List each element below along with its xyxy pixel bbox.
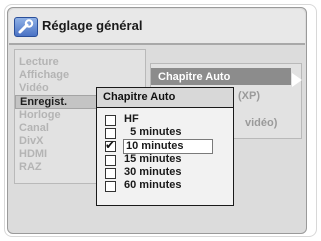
- popup-title: Chapitre Auto: [103, 91, 176, 103]
- arrow-right-icon: [292, 73, 302, 87]
- checkmark-icon: ✔: [105, 138, 116, 152]
- option-label: 30 minutes: [124, 166, 182, 178]
- menu-item-hdmi[interactable]: HDMI: [19, 148, 47, 160]
- menu-item-video[interactable]: Vidéo: [19, 82, 49, 94]
- page-title: Réglage général: [42, 18, 143, 33]
- menu-item-raz[interactable]: RAZ: [19, 161, 42, 173]
- submenu-item-chapitre-auto[interactable]: Chapitre Auto: [151, 68, 302, 87]
- submenu-item-label: Chapitre Auto: [158, 71, 231, 83]
- checkbox[interactable]: [105, 155, 116, 166]
- popup-header: Chapitre Auto: [97, 88, 233, 108]
- option-label: 60 minutes: [124, 179, 182, 191]
- chapitre-auto-popup: Chapitre Auto HF 5 minutes ✔ 10 minutes …: [96, 87, 234, 206]
- menu-item-affichage[interactable]: Affichage: [19, 69, 69, 81]
- option-15-minutes[interactable]: 15 minutes: [97, 153, 233, 167]
- option-label: HF: [124, 113, 139, 125]
- menu-item-canal[interactable]: Canal: [19, 122, 49, 134]
- menu-item-horloge[interactable]: Horloge: [19, 109, 61, 121]
- option-label: 15 minutes: [124, 153, 182, 165]
- checkbox[interactable]: [105, 168, 116, 179]
- checkbox[interactable]: [105, 181, 116, 192]
- option-60-minutes[interactable]: 60 minutes: [97, 179, 233, 193]
- option-5-minutes[interactable]: 5 minutes: [97, 126, 233, 140]
- submenu-partial-text-2: vidéo): [245, 117, 278, 129]
- settings-panel: Réglage général Lecture Affichage Vidéo …: [7, 7, 307, 234]
- menu-item-lecture[interactable]: Lecture: [19, 56, 59, 68]
- submenu-partial-text-1: (XP): [238, 90, 260, 102]
- menu-item-divx[interactable]: DivX: [19, 135, 43, 147]
- option-label: 5 minutes: [124, 126, 182, 138]
- option-label: 10 minutes: [123, 139, 213, 154]
- option-hf[interactable]: HF: [97, 113, 233, 127]
- option-30-minutes[interactable]: 30 minutes: [97, 166, 233, 180]
- title-bar: Réglage général: [9, 9, 305, 45]
- option-10-minutes[interactable]: ✔ 10 minutes: [97, 138, 233, 154]
- checkbox-checked[interactable]: ✔: [105, 138, 116, 152]
- checkbox[interactable]: [105, 115, 116, 126]
- wrench-icon: [14, 17, 38, 37]
